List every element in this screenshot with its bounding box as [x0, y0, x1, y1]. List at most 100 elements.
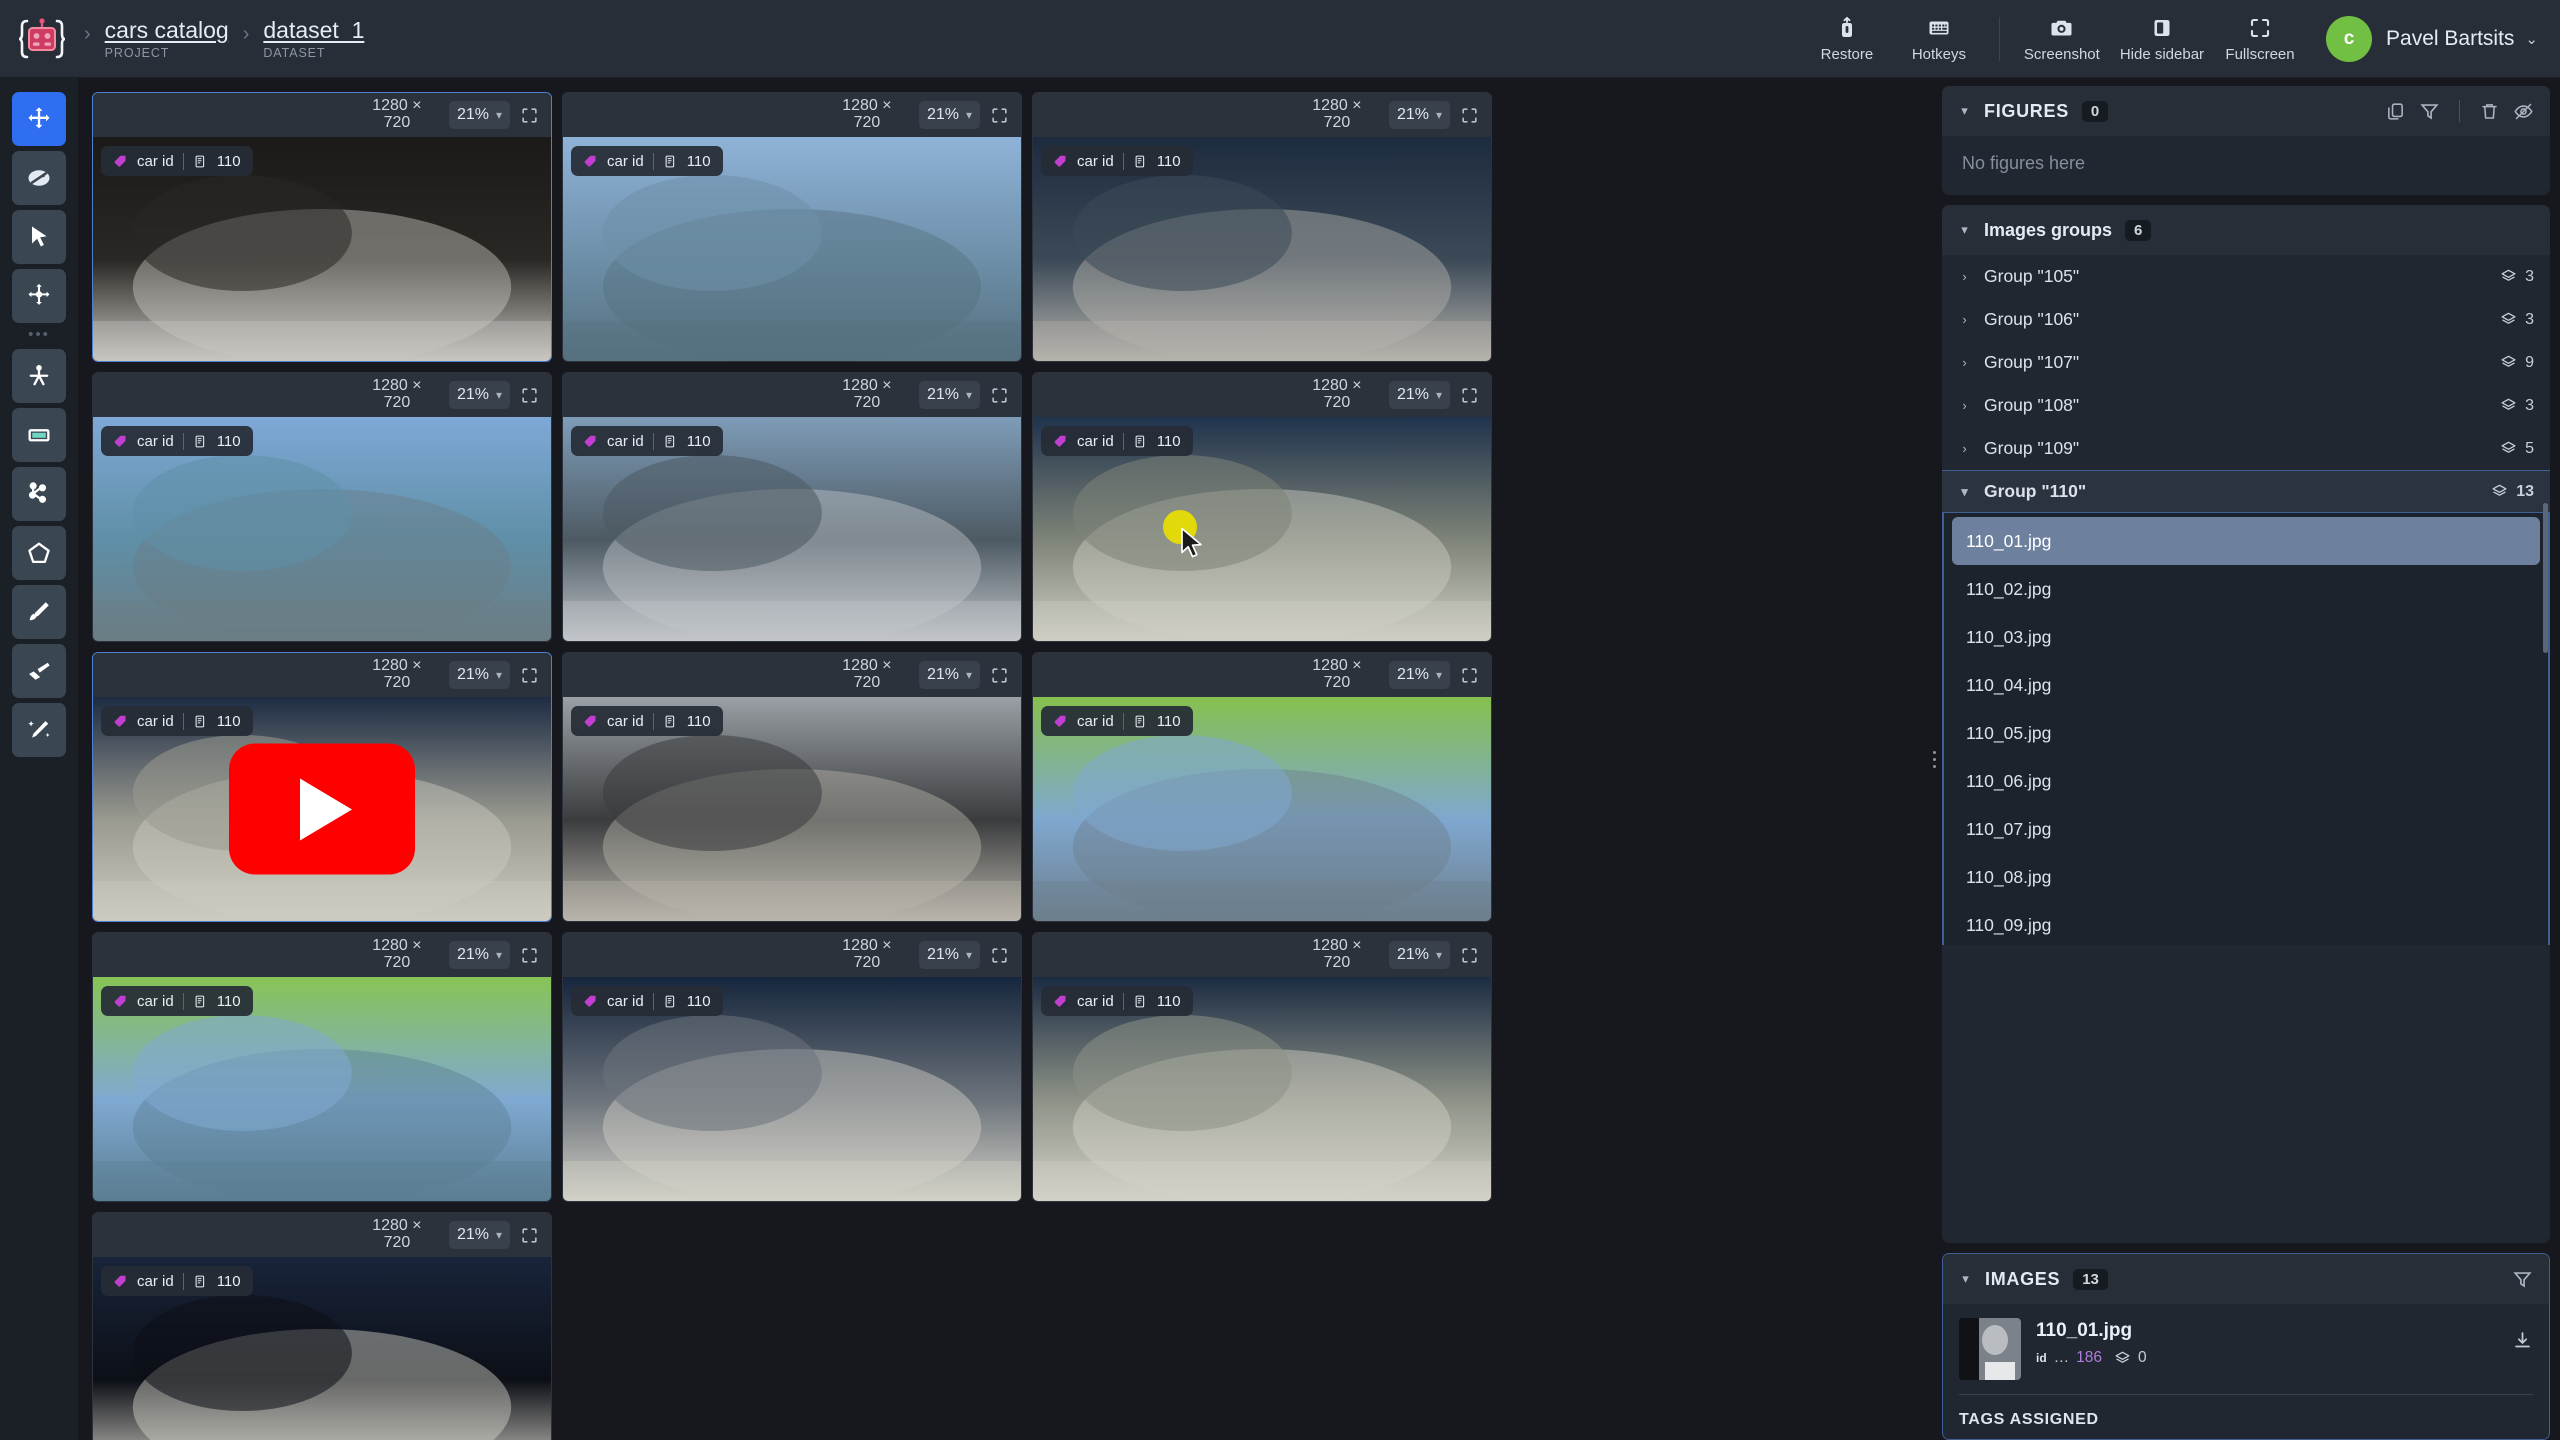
tag-chip[interactable]: car id 110	[571, 986, 723, 1016]
smart-tool[interactable]	[12, 703, 66, 757]
avatar[interactable]: c	[2326, 15, 2373, 62]
image-card[interactable]: 1280 × 720 21% ▾ car id 110	[562, 652, 1022, 922]
selected-image-row[interactable]: 110_01.jpg id … 186 0	[1943, 1304, 2549, 1380]
image-card-body[interactable]: car id 110	[563, 137, 1021, 361]
play-button-overlay[interactable]	[229, 743, 415, 875]
tag-chip[interactable]: car id 110	[101, 426, 253, 456]
tag-chip[interactable]: car id 110	[101, 986, 253, 1016]
sidebar-resize-handle[interactable]	[1926, 78, 1942, 1440]
chevron-right-icon[interactable]: ›	[1958, 398, 1971, 413]
image-card[interactable]: 1280 × 720 21% ▾ car id 110	[92, 932, 552, 1202]
expand-icon[interactable]	[990, 386, 1009, 405]
figures-panel-header[interactable]: ▾ FIGURES 0	[1942, 86, 2550, 136]
tag-chip[interactable]: car id 110	[571, 146, 723, 176]
file-list-item[interactable]: 110_07.jpg	[1952, 805, 2540, 853]
tag-chip[interactable]: car id 110	[571, 426, 723, 456]
file-list-item[interactable]: 110_02.jpg	[1952, 565, 2540, 613]
file-list-item[interactable]: 110_03.jpg	[1952, 613, 2540, 661]
image-card-body[interactable]: car id 110	[93, 417, 551, 641]
image-card-body[interactable]: car id 110	[93, 697, 551, 921]
zoom-select[interactable]: 21% ▾	[448, 941, 510, 969]
filter-icon[interactable]	[2512, 1269, 2533, 1290]
pan-tool[interactable]	[12, 92, 66, 146]
chevron-right-icon[interactable]: ›	[1958, 312, 1971, 327]
tag-chip[interactable]: car id 110	[1041, 146, 1193, 176]
zoom-select[interactable]: 21% ▾	[918, 381, 980, 409]
image-card-body[interactable]: car id 110	[93, 137, 551, 361]
image-card[interactable]: 1280 × 720 21% ▾ car id 110	[562, 92, 1022, 362]
tag-chip[interactable]: car id 110	[1041, 986, 1193, 1016]
hide-sidebar-button[interactable]: Hide sidebar	[2110, 11, 2214, 67]
expand-icon[interactable]	[1460, 666, 1479, 685]
image-card-body[interactable]: car id 110	[563, 977, 1021, 1201]
select-tool[interactable]	[12, 210, 66, 264]
tag-chip[interactable]: car id 110	[101, 706, 253, 736]
screenshot-button[interactable]: Screenshot	[2014, 11, 2110, 67]
expand-icon[interactable]	[520, 666, 539, 685]
breadcrumb-project-link[interactable]: cars catalog	[105, 17, 229, 43]
image-card[interactable]: 1280 × 720 21% ▾ car id 110	[92, 92, 552, 362]
image-card-body[interactable]: car id 110	[1033, 417, 1491, 641]
file-list-item[interactable]: 110_04.jpg	[1952, 661, 2540, 709]
hand-tool[interactable]	[12, 151, 66, 205]
file-list-item[interactable]: 110_06.jpg	[1952, 757, 2540, 805]
image-card[interactable]: 1280 × 720 21% ▾ car id 110	[1032, 92, 1492, 362]
image-card[interactable]: 1280 × 720 21% ▾ car id 110	[1032, 932, 1492, 1202]
zoom-select[interactable]: 21% ▾	[1388, 101, 1450, 129]
image-card[interactable]: 1280 × 720 21% ▾ car id 110	[92, 1212, 552, 1440]
chevron-right-icon[interactable]: ›	[1958, 441, 1971, 456]
graph-tool[interactable]	[12, 467, 66, 521]
eye-off-icon[interactable]	[2513, 101, 2534, 122]
chevron-right-icon[interactable]: ›	[1958, 269, 1971, 284]
brush-tool[interactable]	[12, 585, 66, 639]
user-name[interactable]: Pavel Bartsits	[2386, 27, 2514, 51]
images-groups-list[interactable]: › Group "105" 3 › Group "106" 3 › Group …	[1942, 255, 2550, 945]
chevron-down-icon[interactable]: ⌄	[2525, 30, 2538, 48]
expand-icon[interactable]	[990, 946, 1009, 965]
copy-icon[interactable]	[2385, 101, 2406, 122]
zoom-select[interactable]: 21% ▾	[1388, 381, 1450, 409]
image-card-body[interactable]: car id 110	[93, 977, 551, 1201]
file-list-item[interactable]: 110_09.jpg	[1952, 901, 2540, 945]
zoom-select[interactable]: 21% ▾	[1388, 661, 1450, 689]
image-card[interactable]: 1280 × 720 21% ▾ car id 110	[92, 652, 552, 922]
eraser-tool[interactable]	[12, 644, 66, 698]
zoom-select[interactable]: 21% ▾	[1388, 941, 1450, 969]
trash-icon[interactable]	[2479, 101, 2500, 122]
image-card[interactable]: 1280 × 720 21% ▾ car id 110	[92, 372, 552, 642]
expand-icon[interactable]	[1460, 106, 1479, 125]
expand-icon[interactable]	[1460, 386, 1479, 405]
zoom-select[interactable]: 21% ▾	[918, 661, 980, 689]
tag-chip[interactable]: car id 110	[571, 706, 723, 736]
zoom-select[interactable]: 21% ▾	[448, 101, 510, 129]
chevron-down-icon[interactable]: ▾	[1958, 222, 1971, 238]
download-icon[interactable]	[2512, 1318, 2533, 1356]
tag-chip[interactable]: car id 110	[1041, 426, 1193, 456]
zoom-select[interactable]: 21% ▾	[448, 381, 510, 409]
filter-icon[interactable]	[2419, 101, 2440, 122]
zoom-select[interactable]: 21% ▾	[448, 1221, 510, 1249]
image-card-body[interactable]: car id 110	[93, 1257, 551, 1440]
file-list-item[interactable]: 110_01.jpg	[1952, 517, 2540, 565]
image-card-body[interactable]: car id 110	[1033, 697, 1491, 921]
transform-tool[interactable]	[12, 269, 66, 323]
breadcrumb-dataset[interactable]: dataset_1 DATASET	[263, 17, 364, 60]
expand-icon[interactable]	[990, 106, 1009, 125]
group-row[interactable]: › Group "106" 3	[1942, 298, 2550, 341]
chevron-down-icon[interactable]: ▾	[1958, 103, 1971, 119]
file-list-item[interactable]: 110_08.jpg	[1952, 853, 2540, 901]
file-list-item[interactable]: 110_05.jpg	[1952, 709, 2540, 757]
robot-logo-icon[interactable]	[14, 11, 70, 67]
image-card[interactable]: 1280 × 720 21% ▾ car id 110	[562, 932, 1022, 1202]
group-row[interactable]: › Group "108" 3	[1942, 384, 2550, 427]
zoom-select[interactable]: 21% ▾	[448, 661, 510, 689]
polygon-tool[interactable]	[12, 526, 66, 580]
rectangle-tool[interactable]	[12, 408, 66, 462]
tag-chip[interactable]: car id 110	[1041, 706, 1193, 736]
hotkeys-button[interactable]: Hotkeys	[1893, 11, 1985, 67]
zoom-select[interactable]: 21% ▾	[918, 941, 980, 969]
group-row[interactable]: › Group "105" 3	[1942, 255, 2550, 298]
image-card-body[interactable]: car id 110	[1033, 977, 1491, 1201]
images-groups-header[interactable]: ▾ Images groups 6	[1942, 205, 2550, 255]
chevron-down-icon[interactable]: ▾	[1958, 484, 1971, 500]
